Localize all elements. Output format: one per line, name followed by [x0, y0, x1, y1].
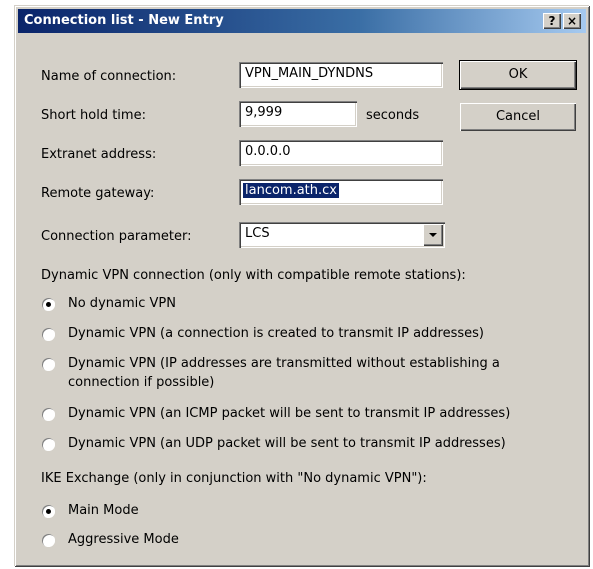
extranet-address-label: Extranet address:	[41, 147, 157, 162]
short-hold-time-input[interactable]: 9,999	[239, 101, 357, 127]
radio-label-no-dynamic-vpn[interactable]: No dynamic VPN	[68, 294, 176, 313]
extranet-address-input[interactable]: 0.0.0.0	[239, 140, 443, 166]
radio-no-dynamic-vpn[interactable]	[42, 298, 55, 311]
dialog-window: Connection list - New Entry ? × Name of …	[14, 5, 589, 566]
remote-gateway-label: Remote gateway:	[41, 186, 155, 201]
short-hold-time-value: 9,999	[245, 105, 283, 120]
short-hold-time-label: Short hold time:	[41, 108, 146, 123]
radio-label-dynamic-vpn-no-establish-line2[interactable]: connection if possible)	[68, 373, 214, 392]
radio-label-aggressive-mode[interactable]: Aggressive Mode	[68, 530, 179, 549]
radio-dynamic-vpn-udp[interactable]	[42, 438, 55, 451]
radio-dynamic-vpn-icmp[interactable]	[42, 408, 55, 421]
help-button[interactable]: ?	[543, 13, 561, 29]
extranet-address-value: 0.0.0.0	[245, 144, 291, 159]
dynamic-vpn-heading: Dynamic VPN connection (only with compat…	[41, 268, 466, 283]
close-button[interactable]: ×	[563, 13, 581, 29]
close-icon: ×	[566, 14, 578, 28]
help-icon: ?	[548, 14, 556, 28]
remote-gateway-value: lancom.ath.cx	[243, 183, 339, 198]
radio-label-dynamic-vpn-connection[interactable]: Dynamic VPN (a connection is created to …	[68, 324, 484, 343]
radio-label-dynamic-vpn-icmp[interactable]: Dynamic VPN (an ICMP packet will be sent…	[68, 404, 510, 423]
seconds-unit-label: seconds	[366, 108, 420, 123]
radio-label-main-mode[interactable]: Main Mode	[68, 501, 139, 520]
remote-gateway-input[interactable]: lancom.ath.cx	[239, 179, 443, 205]
cancel-button[interactable]: Cancel	[460, 103, 576, 131]
name-of-connection-value: VPN_MAIN_DYNDNS	[245, 66, 374, 81]
connection-parameter-select[interactable]: LCS	[239, 222, 445, 248]
ok-button[interactable]: OK	[460, 61, 576, 89]
window-title: Connection list - New Entry	[24, 13, 224, 28]
radio-main-mode[interactable]	[42, 505, 55, 518]
name-of-connection-label: Name of connection:	[41, 69, 177, 84]
radio-label-dynamic-vpn-no-establish[interactable]: Dynamic VPN (IP addresses are transmitte…	[68, 354, 500, 373]
name-of-connection-input[interactable]: VPN_MAIN_DYNDNS	[239, 62, 443, 88]
ike-exchange-heading: IKE Exchange (only in conjunction with "…	[41, 471, 427, 486]
connection-parameter-value: LCS	[245, 226, 270, 241]
radio-label-dynamic-vpn-udp[interactable]: Dynamic VPN (an UDP packet will be sent …	[68, 434, 506, 453]
title-bar[interactable]: Connection list - New Entry ? ×	[18, 9, 586, 33]
chevron-down-icon[interactable]	[423, 224, 443, 246]
connection-parameter-label: Connection parameter:	[41, 229, 192, 244]
radio-dynamic-vpn-no-establish[interactable]	[42, 358, 55, 371]
radio-aggressive-mode[interactable]	[42, 534, 55, 547]
radio-dynamic-vpn-connection[interactable]	[42, 328, 55, 341]
